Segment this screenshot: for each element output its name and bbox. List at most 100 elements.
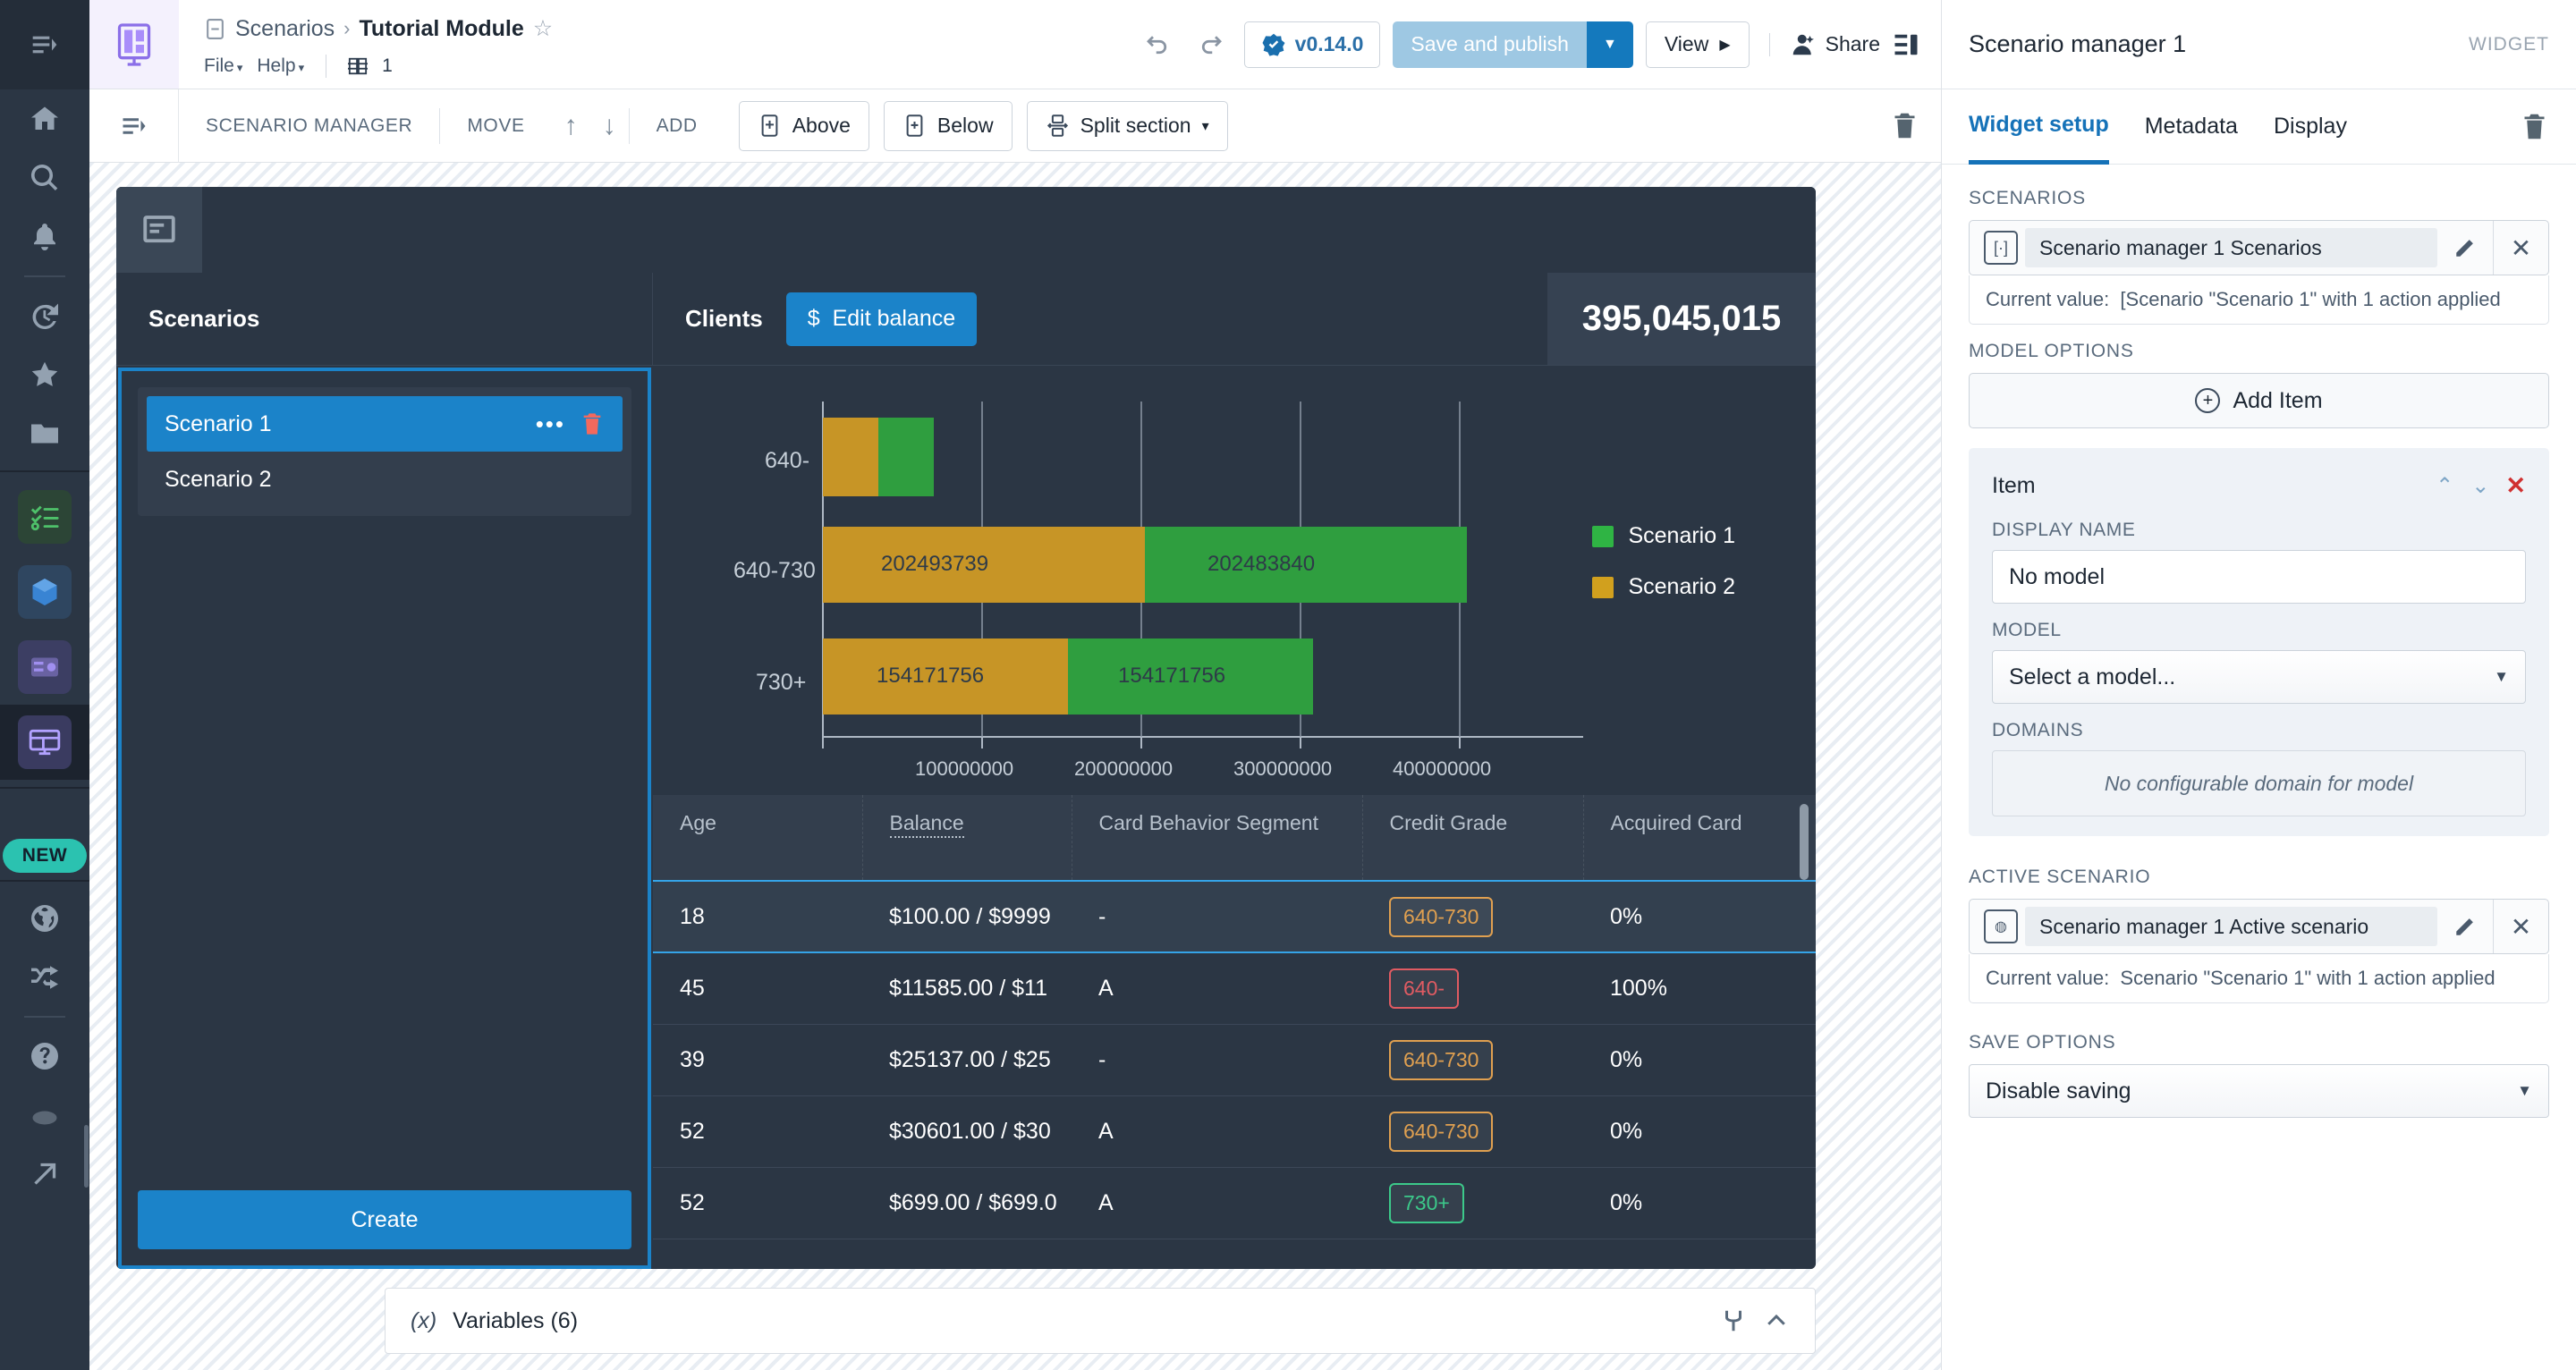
branch-icon[interactable] [1720, 1307, 1747, 1334]
split-section-button[interactable]: Split section ▾ [1026, 100, 1228, 151]
variables-bar[interactable]: (x) Variables (6) [385, 1288, 1816, 1354]
chevron-down-icon: ▼ [2517, 1082, 2532, 1099]
search-icon[interactable] [0, 148, 89, 207]
status-badge: 640-730 [1389, 1039, 1494, 1080]
column-header-credit-grade[interactable]: Credit Grade [1362, 795, 1584, 881]
globe-icon[interactable] [0, 889, 89, 948]
th-label: Card Behavior Segment [1098, 811, 1318, 834]
create-scenario-button[interactable]: Create [138, 1190, 631, 1249]
move-up-button[interactable]: ↑ [552, 111, 590, 141]
move-down-button[interactable]: ↓ [590, 111, 629, 141]
menu-help[interactable]: Help ▾ [257, 55, 304, 77]
table-row[interactable]: 52 $699.00 / $699.0 A 730+ 0% [653, 1167, 1816, 1239]
table-row[interactable]: 45 $11585.00 / $11 A 640- 100% [653, 952, 1816, 1025]
edit-balance-button[interactable]: $ Edit balance [785, 292, 978, 346]
edit-active-scenario-icon[interactable] [2437, 900, 2493, 953]
model-item-header: Item ⌃ ⌄ ✕ [1992, 468, 2526, 503]
version-button[interactable]: v0.14.0 [1243, 21, 1381, 68]
add-above-button[interactable]: Above [738, 100, 869, 151]
app-logo[interactable] [89, 0, 179, 89]
column-header-acquired-card[interactable]: Acquired Card [1583, 795, 1816, 881]
sidebar-item-dashboards[interactable] [0, 705, 89, 780]
header-divider-2 [1768, 32, 1770, 56]
tab-display[interactable]: Display [2274, 89, 2347, 165]
array-icon: [·] [1977, 221, 2025, 275]
star-icon[interactable] [0, 345, 89, 404]
th-label: Balance [889, 811, 964, 838]
legend-label-scenario-2: Scenario 2 [1628, 574, 1735, 599]
clients-header: Clients $ Edit balance 395,045,015 [653, 273, 1816, 366]
move-item-down-icon[interactable]: ⌄ [2462, 473, 2498, 499]
properties-tabs: Widget setup Metadata Display [1942, 89, 2576, 165]
properties-title: Scenario manager 1 [1969, 30, 2187, 57]
new-badge[interactable]: NEW [2, 839, 88, 873]
sidebar-item-models[interactable] [0, 554, 89, 630]
help-icon[interactable] [0, 1027, 89, 1086]
delete-scenario-icon[interactable] [580, 411, 605, 436]
cell-age: 18 [653, 880, 862, 953]
view-button[interactable]: View ▶ [1645, 21, 1750, 68]
rail-divider-4 [0, 880, 89, 882]
history-icon[interactable] [0, 286, 89, 345]
add-item-button[interactable]: + Add Item [1969, 373, 2549, 428]
remove-item-icon[interactable]: ✕ [2498, 472, 2526, 500]
add-above-label: Above [792, 114, 851, 137]
stacked-bar-chart: 640- 640-730 730+ 100000000 200000000 30… [653, 366, 1816, 795]
save-options-select[interactable]: Disable saving ▼ [1969, 1064, 2549, 1118]
share-button[interactable]: Share [1790, 31, 1880, 58]
rail-collapse-button[interactable] [0, 0, 89, 89]
model-select[interactable]: Select a model... ▼ [1992, 650, 2526, 704]
tab-widget-setup[interactable]: Widget setup [1969, 89, 2109, 165]
sidebar-item-tasks[interactable] [0, 479, 89, 554]
add-below-button[interactable]: Below [883, 100, 1013, 151]
list-item[interactable]: Scenario 1 ••• [147, 396, 623, 452]
table-row[interactable]: 18 $100.00 / $9999 - 640-730 0% [653, 880, 1816, 953]
tab-metadata[interactable]: Metadata [2145, 89, 2238, 165]
chevron-down-icon: ▾ [298, 61, 305, 74]
scenarios-pane: Scenarios Scenario 1 ••• Scenario 2 Crea… [116, 273, 653, 1269]
move-item-up-icon[interactable]: ⌃ [2427, 473, 2462, 499]
column-header-balance[interactable]: Balance [862, 795, 1072, 881]
scenario-menu-icon[interactable]: ••• [536, 410, 565, 438]
clear-active-scenario-icon[interactable]: ✕ [2493, 900, 2548, 953]
delete-widget-button[interactable] [2520, 112, 2549, 141]
delete-section-button[interactable] [1890, 111, 1919, 140]
menu-file[interactable]: File ▾ [204, 55, 242, 77]
table-row[interactable]: 39 $25137.00 / $25 - 640-730 0% [653, 1024, 1816, 1096]
scenarios-list: Scenario 1 ••• Scenario 2 [138, 387, 631, 516]
clear-scenarios-reference-icon[interactable]: ✕ [2493, 221, 2548, 275]
list-item[interactable]: Scenario 2 [147, 452, 623, 507]
undo-icon[interactable] [1137, 24, 1178, 65]
home-icon[interactable] [0, 89, 89, 148]
chevron-up-icon[interactable] [1763, 1307, 1790, 1334]
cell-acquired: 0% [1583, 1024, 1816, 1096]
breadcrumb-parent[interactable]: Scenarios [235, 16, 335, 42]
redo-icon[interactable] [1191, 24, 1232, 65]
folder-icon[interactable] [0, 404, 89, 463]
edit-scenarios-reference-icon[interactable] [2437, 221, 2493, 275]
toolbar-collapse-icon[interactable] [89, 89, 179, 163]
table-row[interactable]: 52 $30601.00 / $30 A 640-730 0% [653, 1095, 1816, 1168]
table-scrollbar[interactable] [1800, 804, 1809, 880]
cell-segment: A [1072, 952, 1362, 1025]
favorite-star-icon[interactable]: ☆ [533, 15, 553, 42]
bell-icon[interactable] [0, 207, 89, 266]
column-header-card-behavior-segment[interactable]: Card Behavior Segment [1072, 795, 1363, 881]
column-header-age[interactable]: Age [653, 795, 863, 881]
save-and-publish-button[interactable]: Save and publish [1393, 21, 1587, 68]
avatar[interactable] [0, 1086, 89, 1145]
header-menu-row: File ▾ Help ▾ 1 [204, 48, 1137, 84]
sidebar-item-reports[interactable] [0, 630, 89, 705]
save-publish-dropdown-icon[interactable]: ▼ [1586, 21, 1633, 68]
display-name-input[interactable] [1992, 550, 2526, 604]
shuffle-icon[interactable] [0, 948, 89, 1007]
breadcrumb-separator: › [343, 17, 351, 39]
legend-swatch-scenario-1 [1592, 525, 1614, 547]
toggle-right-panel-icon[interactable] [1893, 31, 1919, 58]
cell-credit-grade: 640-730 [1362, 1095, 1583, 1168]
widget-layout-icon[interactable] [116, 187, 202, 273]
rail-divider-3 [0, 787, 89, 789]
external-link-icon[interactable] [0, 1145, 89, 1204]
chevron-down-icon: ▾ [236, 61, 243, 74]
rail-scrollbar[interactable] [84, 1125, 89, 1188]
